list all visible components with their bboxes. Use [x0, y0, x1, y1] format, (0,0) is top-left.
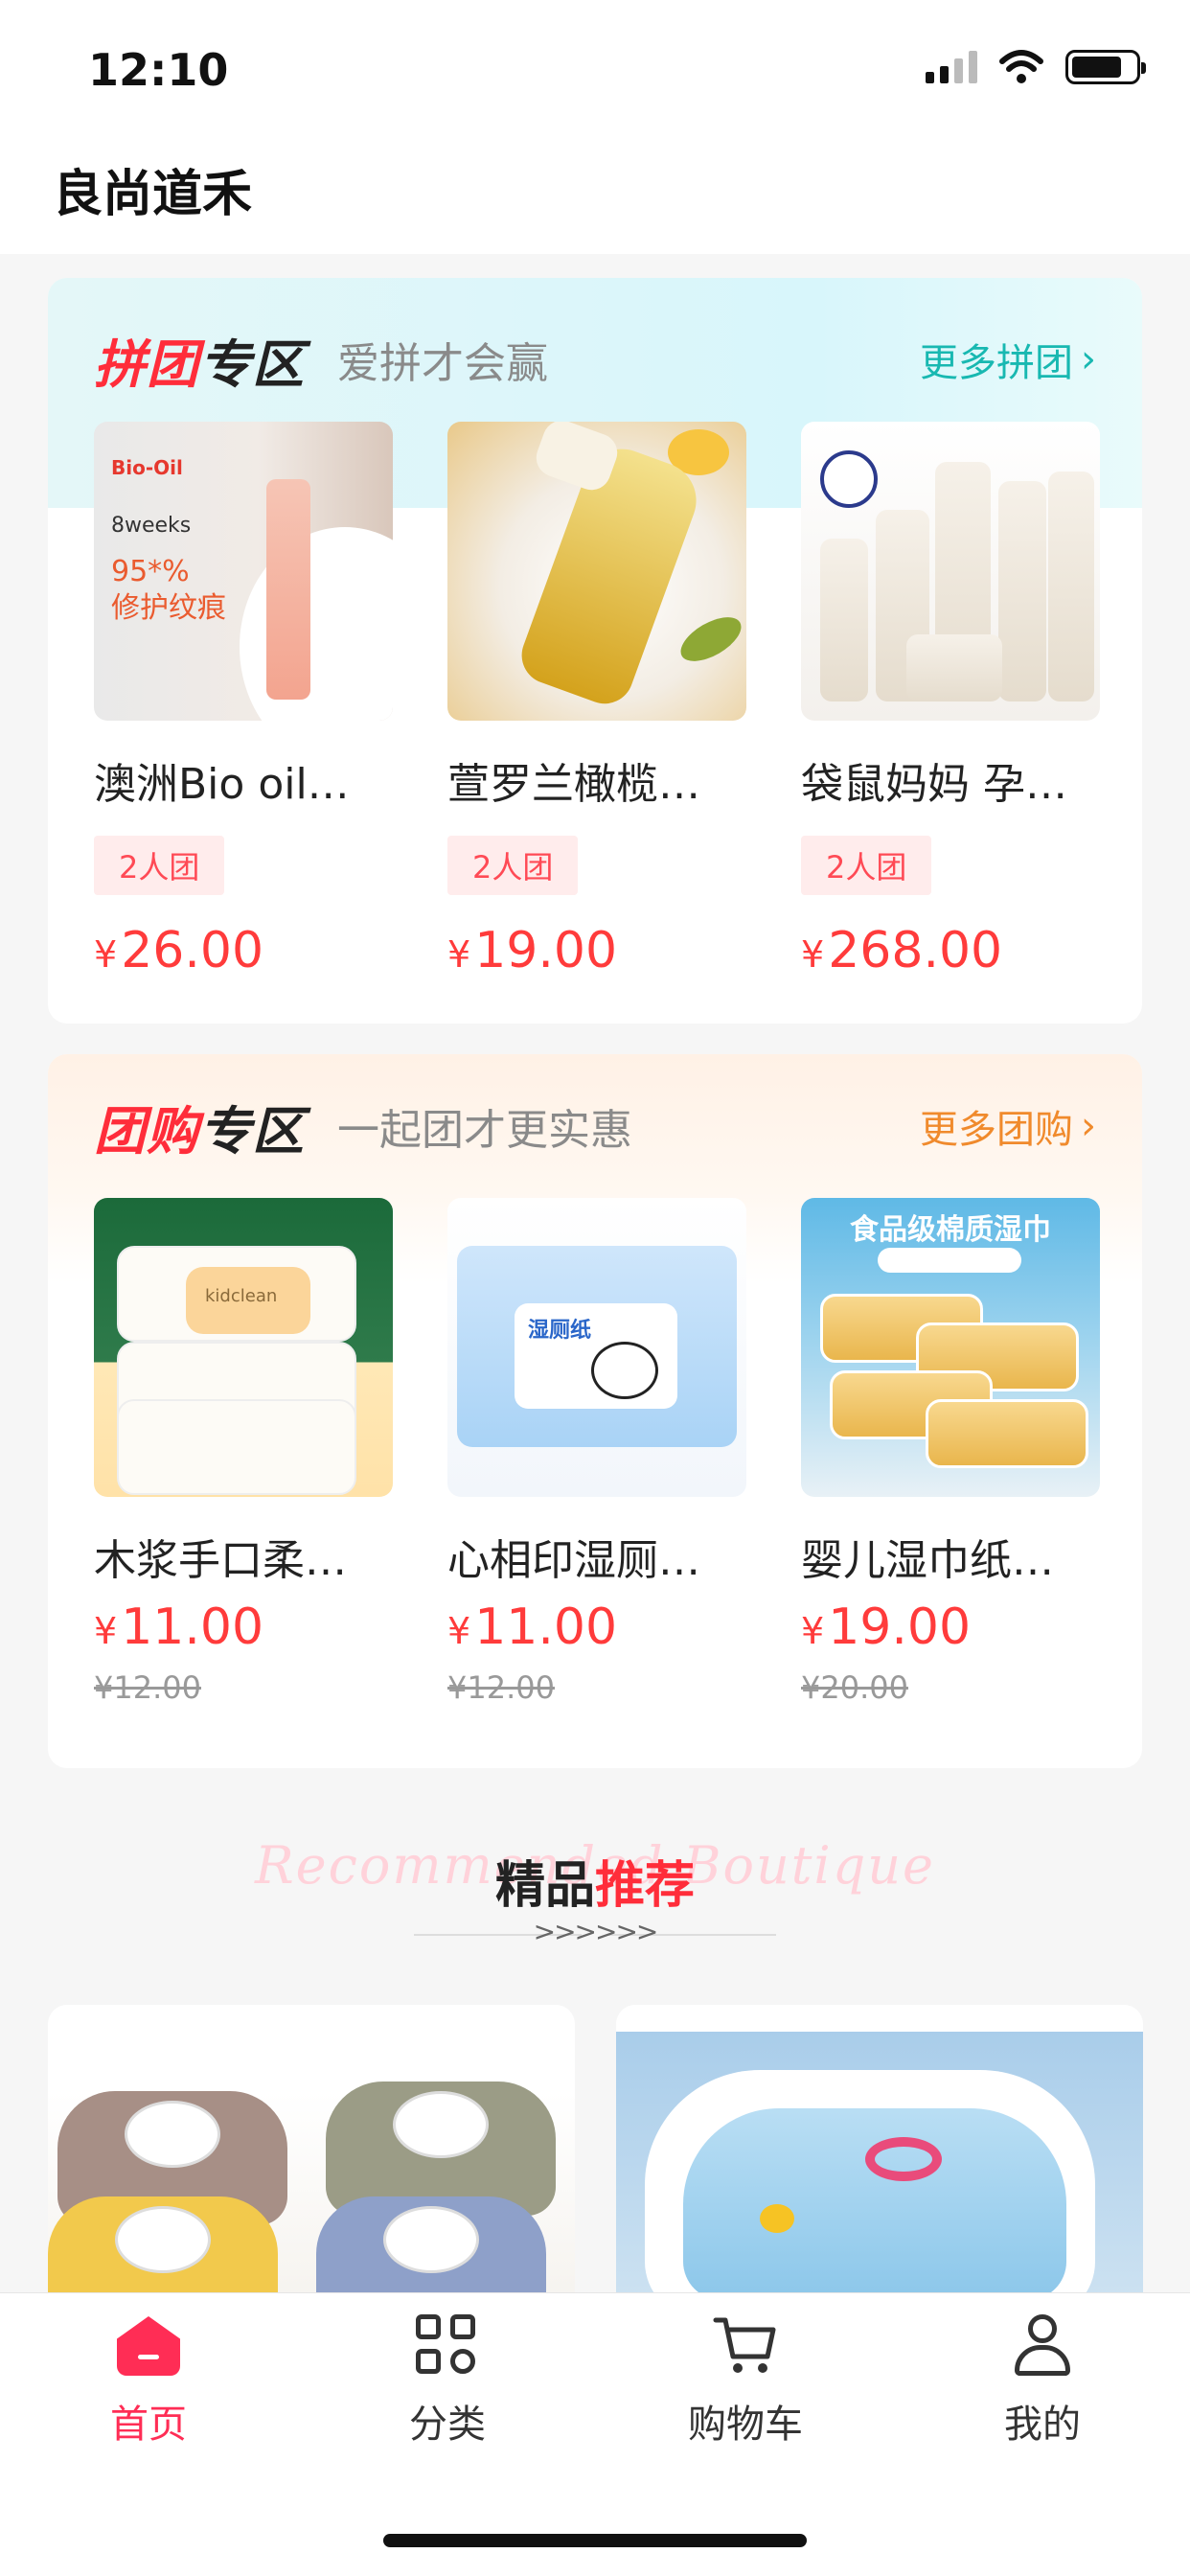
tab-category[interactable]: 分类 — [371, 2312, 524, 2449]
tuangou-section: 团购专区 一起团才更实惠 更多团购 › kidclean 木浆手口柔… ¥11.0… — [48, 1054, 1142, 1768]
tab-bar: 首页 分类 购物车 我的 — [0, 2292, 1190, 2576]
chevron-right-icon: › — [1081, 1104, 1096, 1148]
pintuan-section: 拼团专区 爱拼才会赢 更多拼团 › Bio-Oil 8weeks 95*% 修护纹… — [48, 278, 1142, 1024]
product-card[interactable]: Bio-Oil 8weeks 95*% 修护纹痕 澳洲Bio oil… 2人团 … — [94, 422, 393, 979]
recommend-product-card[interactable] — [48, 2005, 575, 2292]
group-tag: 2人团 — [447, 836, 579, 895]
product-card[interactable]: 袋鼠妈妈 孕… 2人团 ¥268.00 — [801, 422, 1100, 979]
status-icons — [926, 50, 1146, 84]
product-name: 萱罗兰橄榄… — [447, 760, 700, 809]
wifi-icon — [999, 50, 1043, 83]
tab-label: 分类 — [409, 2403, 486, 2447]
product-name: 心相印湿厕… — [447, 1536, 700, 1585]
product-price: ¥19.00 — [801, 1598, 972, 1656]
tab-profile[interactable]: 我的 — [966, 2312, 1119, 2449]
product-name: 澳洲Bio oil… — [94, 760, 350, 809]
group-tag: 2人团 — [801, 836, 932, 895]
product-image: kidclean — [94, 1198, 393, 1497]
pintuan-subtitle: 爱拼才会赢 — [337, 339, 548, 388]
original-price: ¥20.00 — [801, 1669, 908, 1706]
product-name: 婴儿湿巾纸… — [801, 1536, 1054, 1585]
status-time: 12:10 — [88, 44, 229, 96]
product-price: ¥19.00 — [447, 922, 618, 979]
product-image — [616, 2032, 1143, 2292]
chevron-right-icon: › — [1081, 337, 1096, 381]
top-bar: 12:10 良尚道禾 — [0, 0, 1190, 254]
product-card[interactable]: 湿厕纸 心相印湿厕… ¥11.00 ¥12.00 — [447, 1198, 746, 1706]
page-title: 良尚道禾 — [53, 166, 253, 223]
tuangou-subtitle: 一起团才更实惠 — [337, 1106, 632, 1155]
arrows-decoration: >>>>>> — [533, 1916, 659, 1947]
product-image — [447, 422, 746, 721]
product-card[interactable]: 食品级棉质湿巾 婴儿湿巾纸… ¥19.00 ¥20.00 — [801, 1198, 1100, 1706]
signal-icon — [926, 51, 977, 83]
original-price: ¥12.00 — [447, 1669, 555, 1706]
group-tag: 2人团 — [94, 836, 225, 895]
tab-label: 购物车 — [688, 2403, 803, 2447]
product-image — [48, 2082, 575, 2292]
profile-icon — [1009, 2312, 1076, 2380]
category-grid-icon — [414, 2312, 481, 2380]
product-name: 木浆手口柔… — [94, 1536, 347, 1585]
tab-cart[interactable]: 购物车 — [669, 2312, 822, 2449]
pintuan-title: 拼团专区 — [94, 334, 305, 395]
battery-icon — [1065, 50, 1146, 84]
tab-home[interactable]: 首页 — [72, 2312, 225, 2449]
product-card[interactable]: kidclean 木浆手口柔… ¥11.00 ¥12.00 — [94, 1198, 393, 1706]
tab-label: 我的 — [1004, 2403, 1081, 2447]
product-image: Bio-Oil 8weeks 95*% 修护纹痕 — [94, 422, 393, 721]
product-price: ¥11.00 — [447, 1598, 618, 1656]
recommend-title: 精品推荐 — [494, 1857, 696, 1915]
original-price: ¥12.00 — [94, 1669, 201, 1706]
tuangou-title: 团购专区 — [94, 1100, 305, 1162]
home-indicator — [383, 2534, 807, 2547]
cart-icon — [712, 2312, 779, 2380]
more-pintuan-link[interactable]: 更多拼团 › — [920, 332, 1096, 387]
more-tuangou-link[interactable]: 更多团购 › — [920, 1098, 1096, 1154]
product-card[interactable]: 萱罗兰橄榄… 2人团 ¥19.00 — [447, 422, 746, 979]
recommend-header: Recommended Boutique 精品推荐 >>>>>> — [0, 1835, 1190, 1950]
product-image — [801, 422, 1100, 721]
product-image: 食品级棉质湿巾 — [801, 1198, 1100, 1497]
recommend-product-card[interactable] — [616, 2005, 1143, 2292]
home-icon — [115, 2312, 182, 2380]
product-image: 湿厕纸 — [447, 1198, 746, 1497]
product-price: ¥11.00 — [94, 1598, 264, 1656]
product-name: 袋鼠妈妈 孕… — [801, 760, 1067, 809]
product-price: ¥26.00 — [94, 922, 264, 979]
product-price: ¥268.00 — [801, 922, 1003, 979]
tab-label: 首页 — [110, 2403, 187, 2447]
